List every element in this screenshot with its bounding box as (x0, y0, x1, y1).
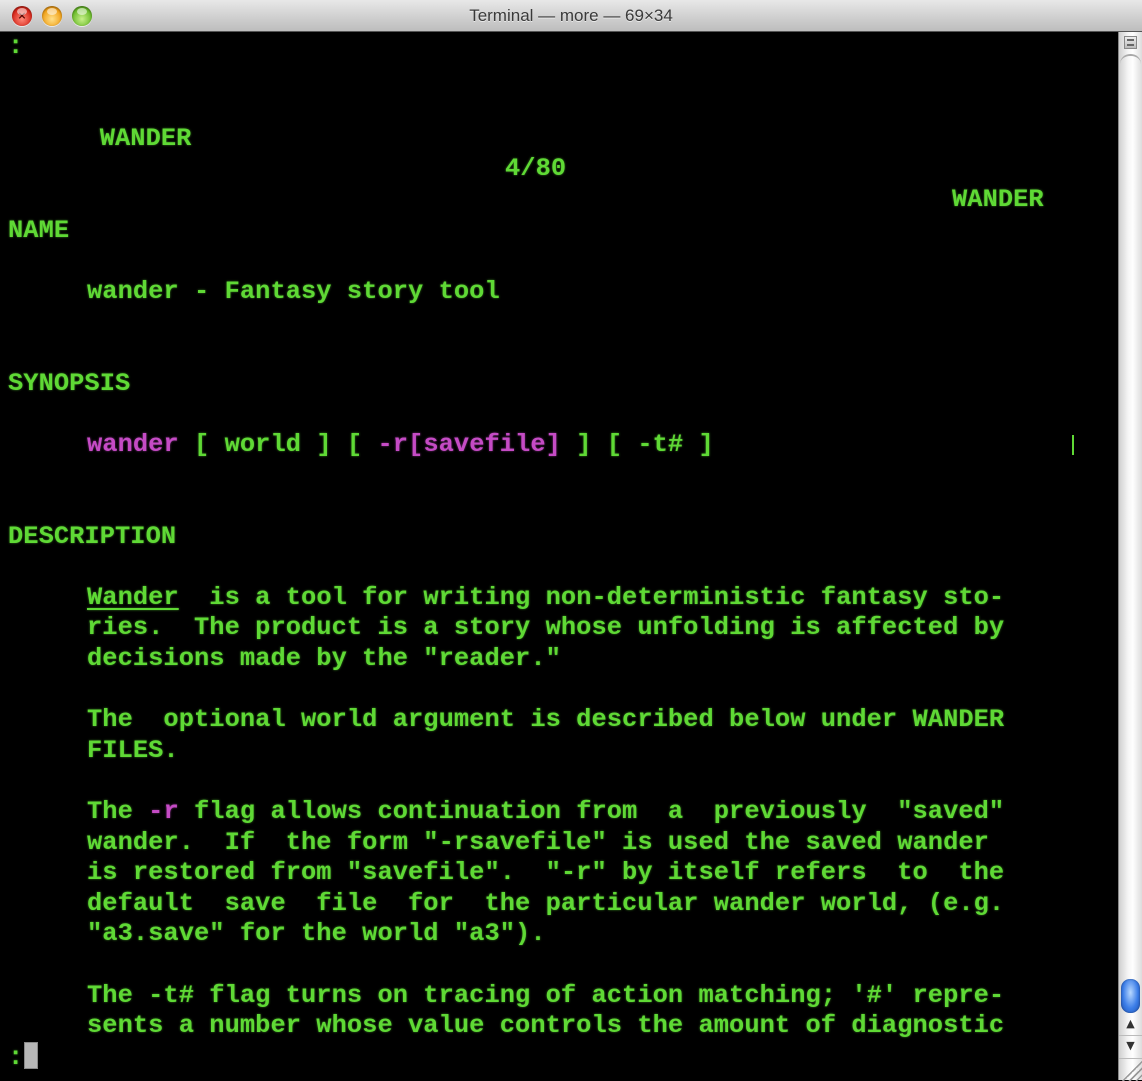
description-line: decisions made by the "reader." (87, 644, 561, 673)
prompt-colon: : (8, 1042, 24, 1072)
name-line: wander - Fantasy story tool (87, 276, 500, 306)
description-text: flag allows continuation from a previous… (178, 797, 1005, 826)
synopsis-flag-r: -r[savefile] (377, 429, 561, 459)
scroll-track-cap (1120, 54, 1141, 70)
description-flag-r: -r (148, 797, 179, 826)
description-line: sents a number whose value controls the … (87, 1011, 1005, 1041)
synopsis-command: wander (87, 429, 179, 459)
description-line: is restored from "savefile". "-r" by its… (87, 858, 1005, 888)
scroll-down-button[interactable]: ▼ (1119, 1035, 1142, 1056)
description-line: The -t# flag turns on tracing of action … (87, 980, 1005, 1010)
top-prompt: : (8, 32, 24, 61)
description-line: Wander is a tool for writing non-determi… (87, 583, 1004, 614)
terminal-screen[interactable]: : WANDER 4/80 WANDER NAME wander - Fanta… (0, 32, 1118, 1080)
scroll-up-button[interactable]: ▲ (1119, 1014, 1142, 1034)
terminal-window: × Terminal — more — 69×34 : WANDER 4/80 … (0, 0, 1142, 1081)
description-line: wander. If the form "-rsavefile" is used… (87, 827, 989, 857)
resize-grip-icon[interactable] (1119, 1058, 1142, 1081)
arrow-down-icon: ▼ (1126, 1039, 1135, 1052)
description-line: The optional world argument is described… (87, 705, 1005, 735)
text-insertion-marker (1072, 435, 1074, 455)
window-title: Terminal — more — 69×34 (469, 6, 673, 25)
section-heading-synopsis: SYNOPSIS (8, 368, 131, 398)
description-line: The -r flag allows continuation from a p… (87, 797, 1004, 828)
header-left: WANDER (99, 123, 192, 153)
description-text: is a tool for writing non-deterministic … (178, 582, 1005, 612)
section-heading-name: NAME (8, 215, 70, 245)
description-line: ries. The product is a story whose unfol… (87, 613, 1005, 643)
title-bar[interactable]: × Terminal — more — 69×34 (0, 0, 1142, 32)
synopsis-args-1: [ world ] [ (178, 429, 378, 459)
description-text: The (87, 797, 149, 826)
header-page: 4/80 (505, 154, 567, 184)
synopsis-args-2: ] [ -t# ] (560, 429, 714, 459)
scroll-thumb[interactable] (1121, 979, 1140, 1013)
synopsis-line: wander [ world ] [ -r[savefile] ] [ -t# … (87, 430, 714, 461)
block-cursor (24, 1041, 39, 1069)
description-line: FILES. (87, 735, 179, 765)
header-right: WANDER (952, 184, 1044, 214)
description-line: "a3.save" for the world "a3"). (87, 919, 546, 949)
man-header: WANDER 4/80 WANDER (8, 93, 1108, 214)
split-pane-button[interactable] (1124, 36, 1137, 49)
more-prompt[interactable]: : (8, 1041, 39, 1073)
arrow-up-icon: ▲ (1126, 1017, 1135, 1030)
description-line: default save file for the particular wan… (87, 888, 1005, 918)
description-wander-underlined: Wander (87, 582, 179, 612)
section-heading-description: DESCRIPTION (8, 521, 177, 551)
vertical-scrollbar[interactable]: ▲ ▼ (1118, 32, 1142, 1081)
